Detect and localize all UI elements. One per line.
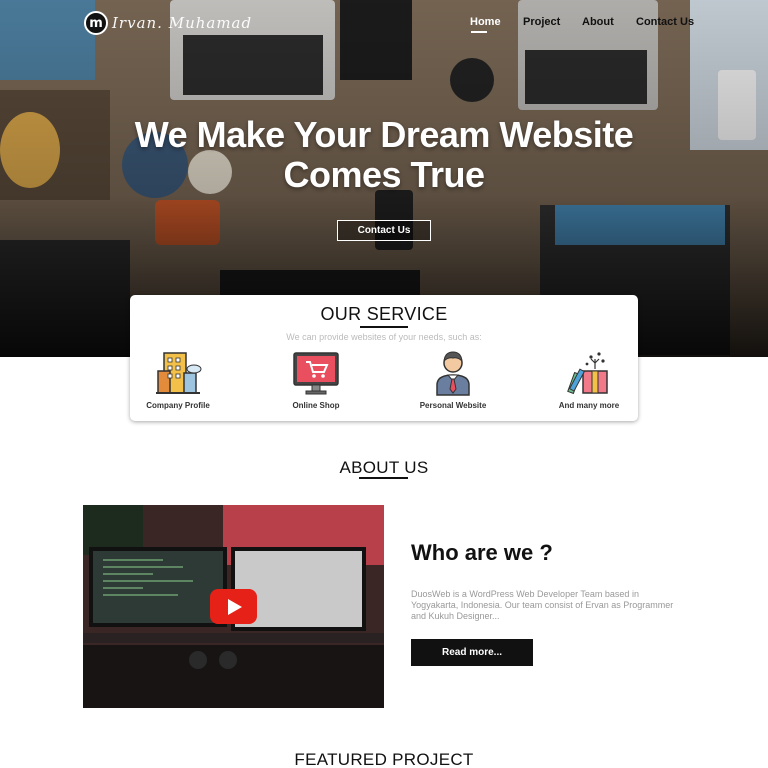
video-play-button[interactable] bbox=[210, 589, 257, 624]
logo-signature: Irvan. Muhamad bbox=[112, 14, 253, 32]
read-more-button[interactable]: Read more... bbox=[411, 639, 533, 666]
service-item-label: Company Profile bbox=[146, 401, 210, 410]
building-icon bbox=[156, 352, 202, 394]
service-item-personal-website[interactable]: Personal Website bbox=[403, 349, 503, 410]
nav-home[interactable]: Home bbox=[470, 16, 501, 33]
service-item-label: And many more bbox=[558, 401, 620, 410]
service-title-underline bbox=[360, 326, 408, 328]
service-item-and-many-more[interactable]: And many more bbox=[539, 349, 639, 410]
about-title-underline bbox=[359, 477, 408, 479]
about-description: DuosWeb is a WordPress Web Developer Tea… bbox=[411, 589, 674, 621]
about-video[interactable] bbox=[83, 505, 384, 708]
service-subtitle: We can provide websites of your needs, s… bbox=[286, 332, 482, 342]
hero-contact-button[interactable]: Contact Us bbox=[337, 220, 431, 241]
hero-title: We Make Your Dream Website Comes True bbox=[0, 115, 768, 195]
site-logo[interactable]: m Irvan. Muhamad bbox=[84, 11, 252, 35]
service-title: OUR SERVICE bbox=[320, 304, 448, 324]
hero-title-line1: We Make Your Dream Website bbox=[134, 114, 634, 155]
gift-box-icon bbox=[567, 352, 608, 395]
service-item-company-profile[interactable]: Company Profile bbox=[128, 349, 228, 410]
service-card: OUR SERVICE We can provide websites of y… bbox=[130, 295, 638, 421]
nav-project[interactable]: Project bbox=[523, 16, 560, 28]
service-item-online-shop[interactable]: Online Shop bbox=[266, 349, 366, 410]
logo-mark-icon: m bbox=[84, 11, 108, 35]
about-heading: Who are we ? bbox=[411, 540, 553, 565]
service-item-label: Online Shop bbox=[292, 401, 340, 410]
hero-title-line2: Comes True bbox=[283, 154, 485, 195]
nav-about[interactable]: About bbox=[582, 16, 614, 28]
shopping-cart-monitor-icon bbox=[293, 352, 339, 395]
about-title: ABOUT US bbox=[339, 458, 429, 477]
businessman-icon bbox=[436, 351, 470, 396]
featured-project-title: FEATURED PROJECT bbox=[294, 750, 474, 768]
nav-contact-us[interactable]: Contact Us bbox=[636, 16, 694, 28]
service-item-label: Personal Website bbox=[419, 401, 487, 410]
